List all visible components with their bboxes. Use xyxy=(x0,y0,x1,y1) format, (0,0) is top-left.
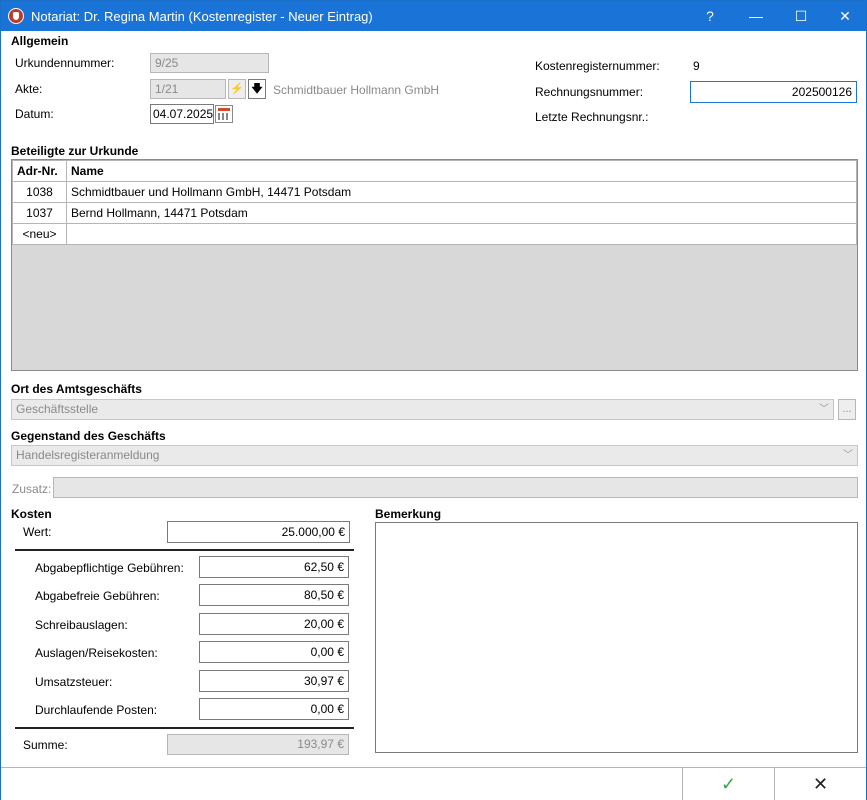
help-button[interactable]: ? xyxy=(687,1,733,31)
bemerkung-textarea[interactable] xyxy=(375,522,858,753)
akte-field[interactable]: 1/21 xyxy=(150,79,226,99)
column-header-adr[interactable]: Adr-Nr. xyxy=(12,160,67,182)
cancel-button[interactable]: ✕ xyxy=(774,768,866,800)
section-allgemein: Allgemein xyxy=(11,34,69,48)
cell-adr[interactable]: <neu> xyxy=(12,223,67,245)
column-header-name[interactable]: Name xyxy=(66,160,857,182)
grid-header: Adr-Nr. Name xyxy=(12,160,857,182)
cell-adr[interactable]: 1037 xyxy=(12,202,67,224)
kosten-item-label: Auslagen/Reisekosten: xyxy=(35,646,158,660)
chevron-down-icon: ﹀ xyxy=(819,404,829,415)
lightning-icon[interactable]: ⚡ xyxy=(228,79,246,99)
calendar-icon[interactable] xyxy=(215,105,233,123)
rechnungsnummer-field[interactable]: 202500126 xyxy=(690,81,857,103)
divider xyxy=(15,727,354,729)
dialog-footer: ✓ ✕ xyxy=(1,767,866,800)
wert-label: Wert: xyxy=(23,525,52,539)
datum-label: Datum: xyxy=(15,107,54,121)
close-window-button[interactable]: ✕ xyxy=(822,1,867,31)
kostenregisternummer-label: Kostenregisternummer: xyxy=(535,59,660,73)
letzte-rechnungsnr-label: Letzte Rechnungsnr.: xyxy=(535,110,649,124)
kostenregisternummer-value: 9 xyxy=(693,59,700,73)
cell-name[interactable]: Bernd Hollmann, 14471 Potsdam xyxy=(66,202,857,224)
dialog-window: Notariat: Dr. Regina Martin (Kostenregis… xyxy=(0,0,867,800)
gegenstand-value: Handelsregisteranmeldung xyxy=(16,448,160,462)
beteiligte-grid[interactable]: Adr-Nr. Name 1038 Schmidtbauer und Hollm… xyxy=(11,159,858,371)
akte-label: Akte: xyxy=(15,82,43,96)
kosten-item-label: Durchlaufende Posten: xyxy=(35,703,158,717)
wert-field[interactable]: 25.000,00 € xyxy=(167,521,350,543)
table-row[interactable]: 1037 Bernd Hollmann, 14471 Potsdam xyxy=(12,202,857,224)
kosten-item-label: Schreibauslagen: xyxy=(35,618,128,632)
section-beteiligte: Beteiligte zur Urkunde xyxy=(11,144,139,158)
cell-name[interactable]: Schmidtbauer und Hollmann GmbH, 14471 Po… xyxy=(66,181,857,203)
arrow-down-icon[interactable]: 🡇 xyxy=(248,79,266,99)
section-ort: Ort des Amtsgeschäfts xyxy=(11,382,142,396)
abgabefreie-gebuehren-field[interactable]: 80,50 € xyxy=(199,584,349,606)
rechnungsnummer-label: Rechnungsnummer: xyxy=(535,85,644,99)
ort-browse-button[interactable]: ... xyxy=(838,399,856,420)
urkundennummer-label: Urkundennummer: xyxy=(15,56,115,70)
durchlaufende-posten-field[interactable]: 0,00 € xyxy=(199,698,349,720)
summe-label: Summe: xyxy=(23,738,68,752)
ort-dropdown[interactable]: Geschäftsstelle ﹀ xyxy=(11,399,834,420)
ort-value: Geschäftsstelle xyxy=(16,402,99,416)
kosten-item-label: Umsatzsteuer: xyxy=(35,675,113,689)
zusatz-field[interactable] xyxy=(53,477,858,498)
minimize-button[interactable]: — xyxy=(733,1,779,31)
app-logo-icon xyxy=(8,8,24,24)
title-bar: Notariat: Dr. Regina Martin (Kostenregis… xyxy=(1,1,866,31)
abgabepflichtige-gebuehren-field[interactable]: 62,50 € xyxy=(199,556,349,578)
kosten-item-label: Abgabefreie Gebühren: xyxy=(35,589,160,603)
section-kosten: Kosten xyxy=(11,507,52,521)
urkundennummer-field[interactable]: 9/25 xyxy=(150,53,269,73)
section-gegenstand: Gegenstand des Geschäfts xyxy=(11,429,166,443)
gegenstand-dropdown[interactable]: Handelsregisteranmeldung ﹀ xyxy=(11,445,858,466)
zusatz-label: Zusatz: xyxy=(12,482,52,496)
table-row[interactable]: 1038 Schmidtbauer und Hollmann GmbH, 144… xyxy=(12,181,857,203)
divider xyxy=(15,549,354,551)
section-bemerkung: Bemerkung xyxy=(375,507,442,521)
table-row-new[interactable]: <neu> xyxy=(12,223,857,245)
window-title: Notariat: Dr. Regina Martin (Kostenregis… xyxy=(31,9,373,24)
auslagen-reisekosten-field[interactable]: 0,00 € xyxy=(199,641,349,663)
summe-field[interactable]: 193,97 € xyxy=(167,734,349,755)
cell-name[interactable] xyxy=(66,223,857,245)
schreibauslagen-field[interactable]: 20,00 € xyxy=(199,613,349,635)
datum-field[interactable]: 04.07.2025 xyxy=(150,104,214,124)
chevron-down-icon: ﹀ xyxy=(843,450,853,461)
cell-adr[interactable]: 1038 xyxy=(12,181,67,203)
maximize-button[interactable]: ☐ xyxy=(778,1,824,31)
confirm-button[interactable]: ✓ xyxy=(682,768,774,800)
akte-name: Schmidtbauer Hollmann GmbH xyxy=(273,83,440,97)
kosten-item-label: Abgabepflichtige Gebühren: xyxy=(35,561,184,575)
umsatzsteuer-field[interactable]: 30,97 € xyxy=(199,670,349,692)
